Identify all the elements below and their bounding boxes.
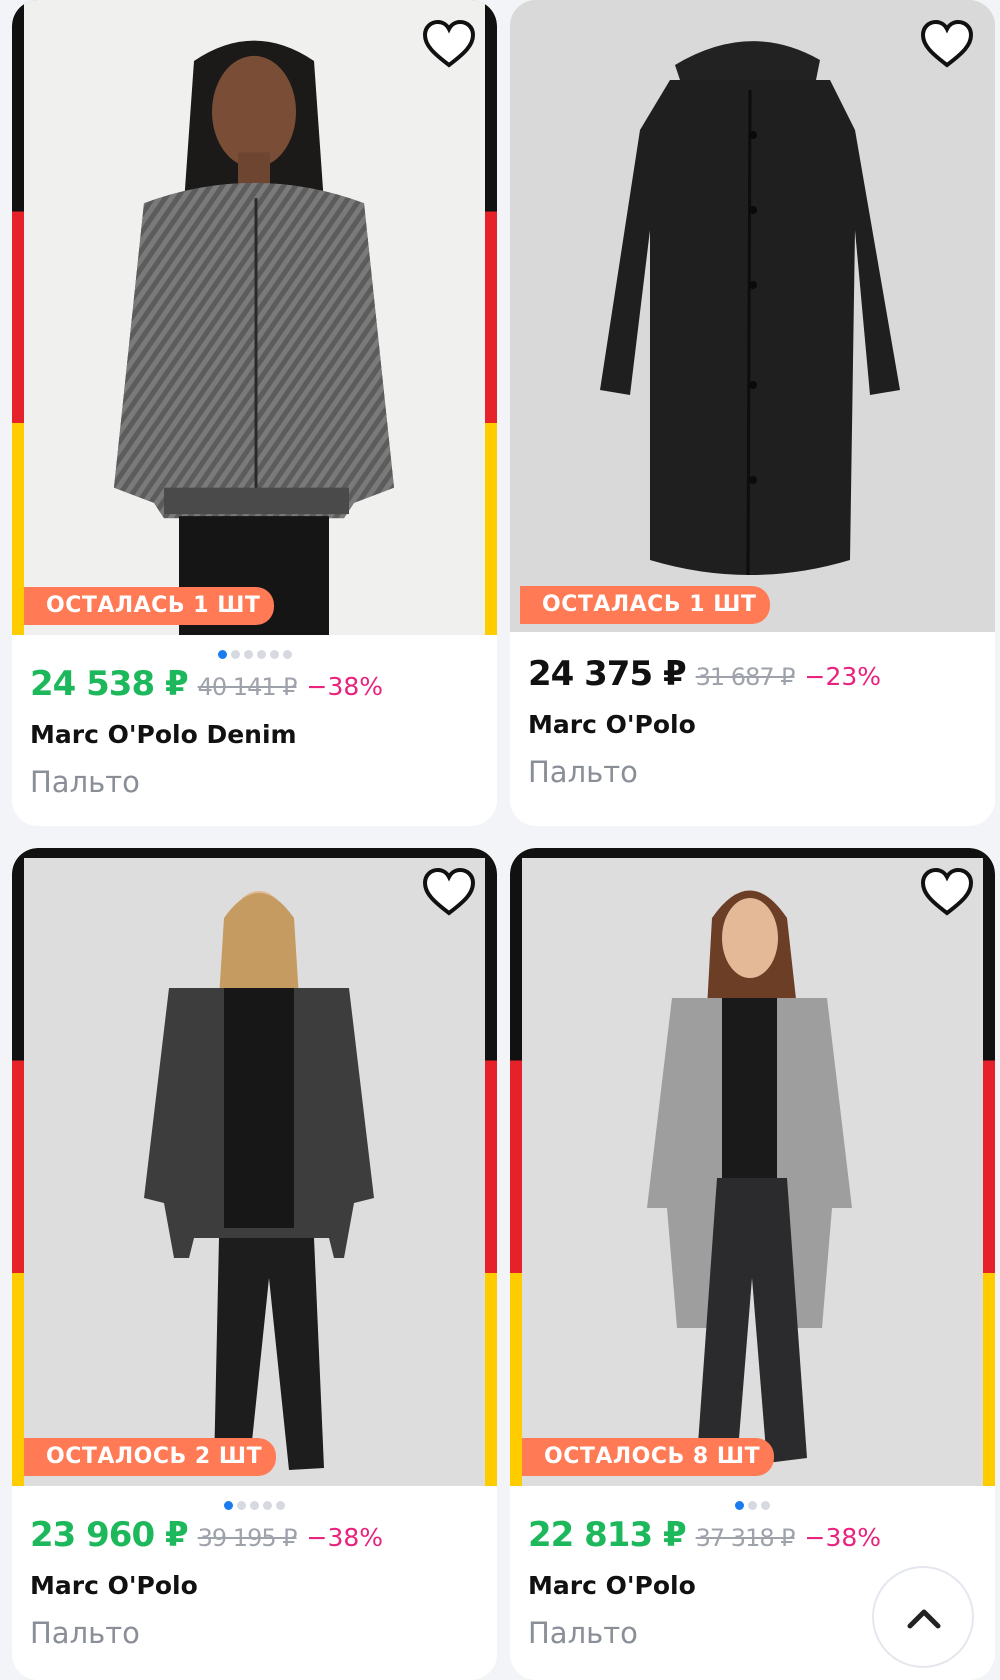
carousel-dot — [748, 1501, 757, 1510]
price-line: 24 375 ₽ 31 687 ₽ −23% — [528, 654, 881, 694]
current-price: 22 813 ₽ — [528, 1515, 687, 1555]
carousel-dot — [735, 1501, 744, 1510]
product-card[interactable]: ОСТАЛАСЬ 1 ШТ 24 538 ₽ 40 141 ₽ −38% Marc … — [12, 0, 497, 826]
carousel-dot — [761, 1501, 770, 1510]
carousel-dot — [250, 1501, 259, 1510]
chevron-up-icon — [907, 1609, 941, 1629]
carousel-dot — [224, 1501, 233, 1510]
product-photo — [510, 0, 995, 632]
product-card[interactable]: ОСТАЛОСЬ 2 ШТ 23 960 ₽ 39 195 ₽ −38% Marc … — [12, 848, 497, 1680]
product-category: Пальто — [528, 755, 638, 789]
product-photo — [522, 858, 983, 1486]
carousel-dot — [230, 650, 240, 659]
product-image[interactable]: ОСТАЛАСЬ 1 ШТ — [12, 0, 497, 635]
product-card[interactable]: ОСТАЛОСЬ 8 ШТ 22 813 ₽ 37 318 ₽ −38% Marc … — [510, 848, 995, 1680]
brand-name: Marc O'Polo — [528, 710, 696, 739]
discount-percent: −38% — [306, 1523, 384, 1552]
carousel-dot — [243, 650, 253, 659]
heart-outline-icon[interactable] — [919, 866, 975, 918]
current-price: 24 375 ₽ — [528, 654, 687, 694]
discount-percent: −38% — [306, 672, 384, 701]
price-line: 23 960 ₽ 39 195 ₽ −38% — [30, 1515, 383, 1555]
current-price: 24 538 ₽ — [30, 664, 189, 704]
old-price: 37 318 ₽ — [695, 1524, 796, 1552]
product-photo — [24, 858, 485, 1486]
carousel-dots — [12, 644, 497, 659]
product-card[interactable]: ОСТАЛАСЬ 1 ШТ 24 375 ₽ 31 687 ₽ −23% Marc … — [510, 0, 995, 826]
product-category: Пальто — [30, 1616, 140, 1650]
brand-name: Marc O'Polo — [30, 1571, 198, 1600]
heart-outline-icon[interactable] — [421, 866, 477, 918]
old-price: 31 687 ₽ — [695, 663, 796, 691]
price-line: 24 538 ₽ 40 141 ₽ −38% — [30, 664, 383, 704]
stock-badge: ОСТАЛОСЬ 2 ШТ — [24, 1438, 277, 1476]
discount-percent: −38% — [804, 1523, 882, 1552]
current-price: 23 960 ₽ — [30, 1515, 189, 1555]
heart-outline-icon[interactable] — [919, 18, 975, 70]
carousel-dot — [269, 650, 279, 659]
carousel-dot — [263, 1501, 272, 1510]
heart-outline-icon[interactable] — [421, 18, 477, 70]
carousel-dot — [217, 650, 227, 659]
product-image[interactable]: ОСТАЛОСЬ 8 ШТ — [510, 848, 995, 1486]
carousel-dot — [282, 650, 292, 659]
carousel-dot — [276, 1501, 285, 1510]
stock-badge: ОСТАЛАСЬ 1 ШТ — [520, 586, 771, 624]
scroll-top-button[interactable] — [872, 1566, 974, 1668]
brand-name: Marc O'Polo Denim — [30, 720, 297, 749]
price-line: 22 813 ₽ 37 318 ₽ −38% — [528, 1515, 881, 1555]
product-image[interactable]: ОСТАЛАСЬ 1 ШТ — [510, 0, 995, 632]
old-price: 39 195 ₽ — [197, 1524, 298, 1552]
product-photo — [24, 0, 485, 635]
carousel-dot — [256, 650, 266, 659]
discount-percent: −23% — [804, 662, 882, 691]
product-category: Пальто — [30, 765, 140, 799]
carousel-dots — [510, 1495, 995, 1510]
stock-badge: ОСТАЛОСЬ 8 ШТ — [522, 1438, 775, 1476]
product-image[interactable]: ОСТАЛОСЬ 2 ШТ — [12, 848, 497, 1486]
old-price: 40 141 ₽ — [197, 673, 298, 701]
stock-badge: ОСТАЛАСЬ 1 ШТ — [24, 587, 275, 625]
carousel-dot — [237, 1501, 246, 1510]
carousel-dots — [12, 1495, 497, 1510]
brand-name: Marc O'Polo — [528, 1571, 696, 1600]
product-category: Пальто — [528, 1616, 638, 1650]
